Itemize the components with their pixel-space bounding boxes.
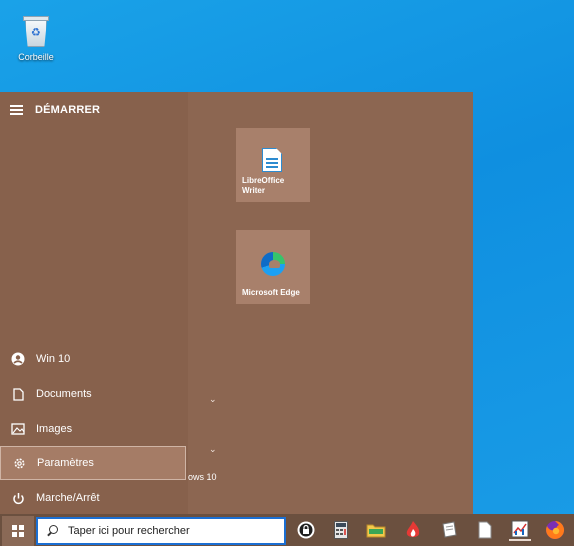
- app-list-partial-text: ows 10: [188, 472, 217, 482]
- start-item-label: Paramètres: [37, 457, 94, 469]
- search-placeholder: Taper ici pour rechercher: [68, 525, 190, 537]
- start-item-label: Images: [36, 423, 73, 435]
- chevron-down-icon[interactable]: ⌄: [209, 444, 217, 455]
- start-item-settings[interactable]: Paramètres: [0, 446, 186, 480]
- start-item-label: Win 10: [36, 353, 71, 365]
- flame-app-icon[interactable]: [402, 519, 424, 541]
- recycle-bin-icon: ♻: [21, 14, 51, 48]
- start-item-label: Documents: [36, 388, 92, 400]
- firefox-icon[interactable]: [544, 519, 566, 541]
- user-icon: [11, 352, 25, 366]
- edge-icon: [261, 252, 285, 276]
- calculator-icon[interactable]: [330, 519, 352, 541]
- start-item-power[interactable]: Marche/Arrêt: [0, 481, 186, 515]
- start-menu: DÉMARRER Win 10 Documents Images Paramèt…: [0, 92, 473, 514]
- recycle-bin[interactable]: ♻ Corbeille: [10, 14, 62, 62]
- windows-logo-icon: [12, 525, 24, 537]
- start-title: DÉMARRER: [35, 104, 101, 116]
- image-icon: [11, 422, 25, 436]
- taskbar: Taper ici pour rechercher: [0, 514, 574, 546]
- hamburger-menu-icon[interactable]: [10, 105, 23, 115]
- gear-icon: [12, 456, 26, 470]
- start-header: DÉMARRER: [10, 104, 100, 116]
- lock-icon[interactable]: [295, 519, 317, 541]
- folder-icon[interactable]: [365, 519, 387, 541]
- search-box[interactable]: Taper ici pour rechercher: [36, 517, 286, 545]
- start-item-label: Marche/Arrêt: [36, 492, 100, 504]
- power-icon: [11, 491, 25, 505]
- document-icon[interactable]: [474, 519, 496, 541]
- recycle-bin-label: Corbeille: [18, 52, 54, 62]
- notepad-icon[interactable]: [438, 519, 460, 541]
- document-icon: [11, 387, 25, 401]
- start-item-documents[interactable]: Documents: [0, 377, 186, 411]
- charts-app-icon[interactable]: [509, 519, 531, 541]
- tile-microsoft-edge[interactable]: Microsoft Edge: [236, 230, 310, 304]
- chevron-down-icon[interactable]: ⌄: [209, 394, 217, 405]
- tile-label: LibreOffice Writer: [242, 176, 285, 195]
- search-icon: [46, 525, 58, 537]
- start-item-images[interactable]: Images: [0, 412, 186, 446]
- start-item-user[interactable]: Win 10: [0, 342, 186, 376]
- tile-label: Microsoft Edge: [242, 288, 300, 297]
- tile-libreoffice-writer[interactable]: LibreOffice Writer: [236, 128, 310, 202]
- start-tiles-pane: [188, 92, 473, 514]
- start-button[interactable]: [2, 516, 34, 546]
